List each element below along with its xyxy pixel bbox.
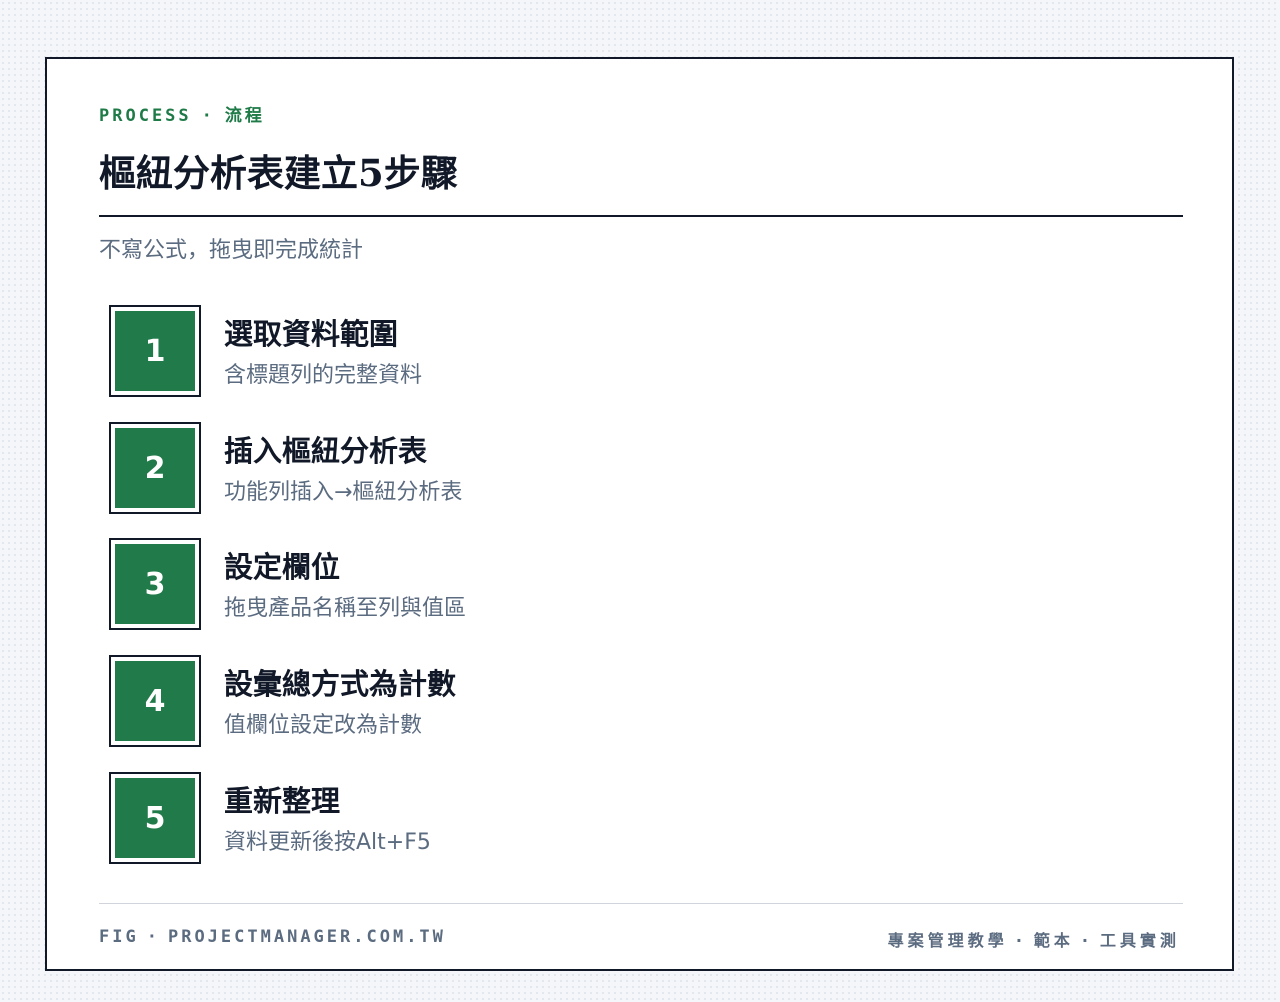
footer-site-link[interactable]: PROJECTMANAGER.COM.TW: [168, 927, 446, 947]
step-number-badge: 2: [109, 422, 201, 514]
step-number-badge: 4: [109, 655, 201, 747]
footer-separator: ·: [146, 927, 160, 947]
step-number: 5: [115, 778, 195, 858]
step-item: 2 插入樞紐分析表 功能列插入→樞紐分析表: [109, 422, 1009, 514]
eyebrow-category: 流程: [224, 106, 265, 126]
footer-tag-templates[interactable]: 範本: [1034, 931, 1074, 950]
eyebrow-label: PROCESS: [99, 106, 192, 126]
eyebrow-separator: ·: [201, 106, 215, 126]
step-description: 含標題列的完整資料: [224, 363, 423, 388]
step-description: 值欄位設定改為計數: [224, 713, 423, 738]
eyebrow: PROCESS · 流程: [99, 101, 265, 126]
footer-credit: FIG · PROJECTMANAGER.COM.TW: [99, 927, 446, 947]
step-number: 3: [115, 544, 195, 624]
step-description: 拖曳產品名稱至列與值區: [224, 596, 467, 621]
step-title: 選取資料範圍: [224, 317, 399, 351]
step-item: 3 設定欄位 拖曳產品名稱至列與值區: [109, 538, 1009, 630]
title-divider: [99, 215, 1183, 217]
step-number-badge: 3: [109, 538, 201, 630]
page-title: 樞紐分析表建立5步驟: [99, 151, 458, 195]
step-description: 功能列插入→樞紐分析表: [224, 480, 463, 505]
step-description: 資料更新後按Alt+F5: [224, 830, 431, 855]
footer-separator: ·: [1081, 931, 1092, 950]
step-title: 設彙總方式為計數: [224, 667, 457, 701]
step-number-badge: 1: [109, 305, 201, 397]
step-title: 設定欄位: [224, 550, 341, 584]
step-title: 插入樞紐分析表: [224, 434, 428, 468]
page-subtitle: 不寫公式，拖曳即完成統計: [99, 238, 364, 263]
step-number: 1: [115, 311, 195, 391]
step-number-badge: 5: [109, 772, 201, 864]
footer-tag-tool-tests[interactable]: 工具實測: [1100, 931, 1180, 950]
step-number: 2: [115, 428, 195, 508]
footer-fig-label: FIG: [99, 927, 139, 947]
step-item: 1 選取資料範圍 含標題列的完整資料: [109, 305, 1009, 397]
step-number: 4: [115, 661, 195, 741]
process-card: PROCESS · 流程 樞紐分析表建立5步驟 不寫公式，拖曳即完成統計 1 選取資…: [45, 57, 1234, 971]
footer-divider: [99, 903, 1183, 904]
step-item: 5 重新整理 資料更新後按Alt+F5: [109, 772, 1009, 864]
footer-tags: 專案管理教學 · 範本 · 工具實測: [888, 927, 1180, 951]
step-item: 4 設彙總方式為計數 值欄位設定改為計數: [109, 655, 1009, 747]
footer-tag-teaching[interactable]: 專案管理教學: [888, 931, 1008, 950]
footer-separator: ·: [1015, 931, 1026, 950]
step-title: 重新整理: [224, 784, 341, 818]
